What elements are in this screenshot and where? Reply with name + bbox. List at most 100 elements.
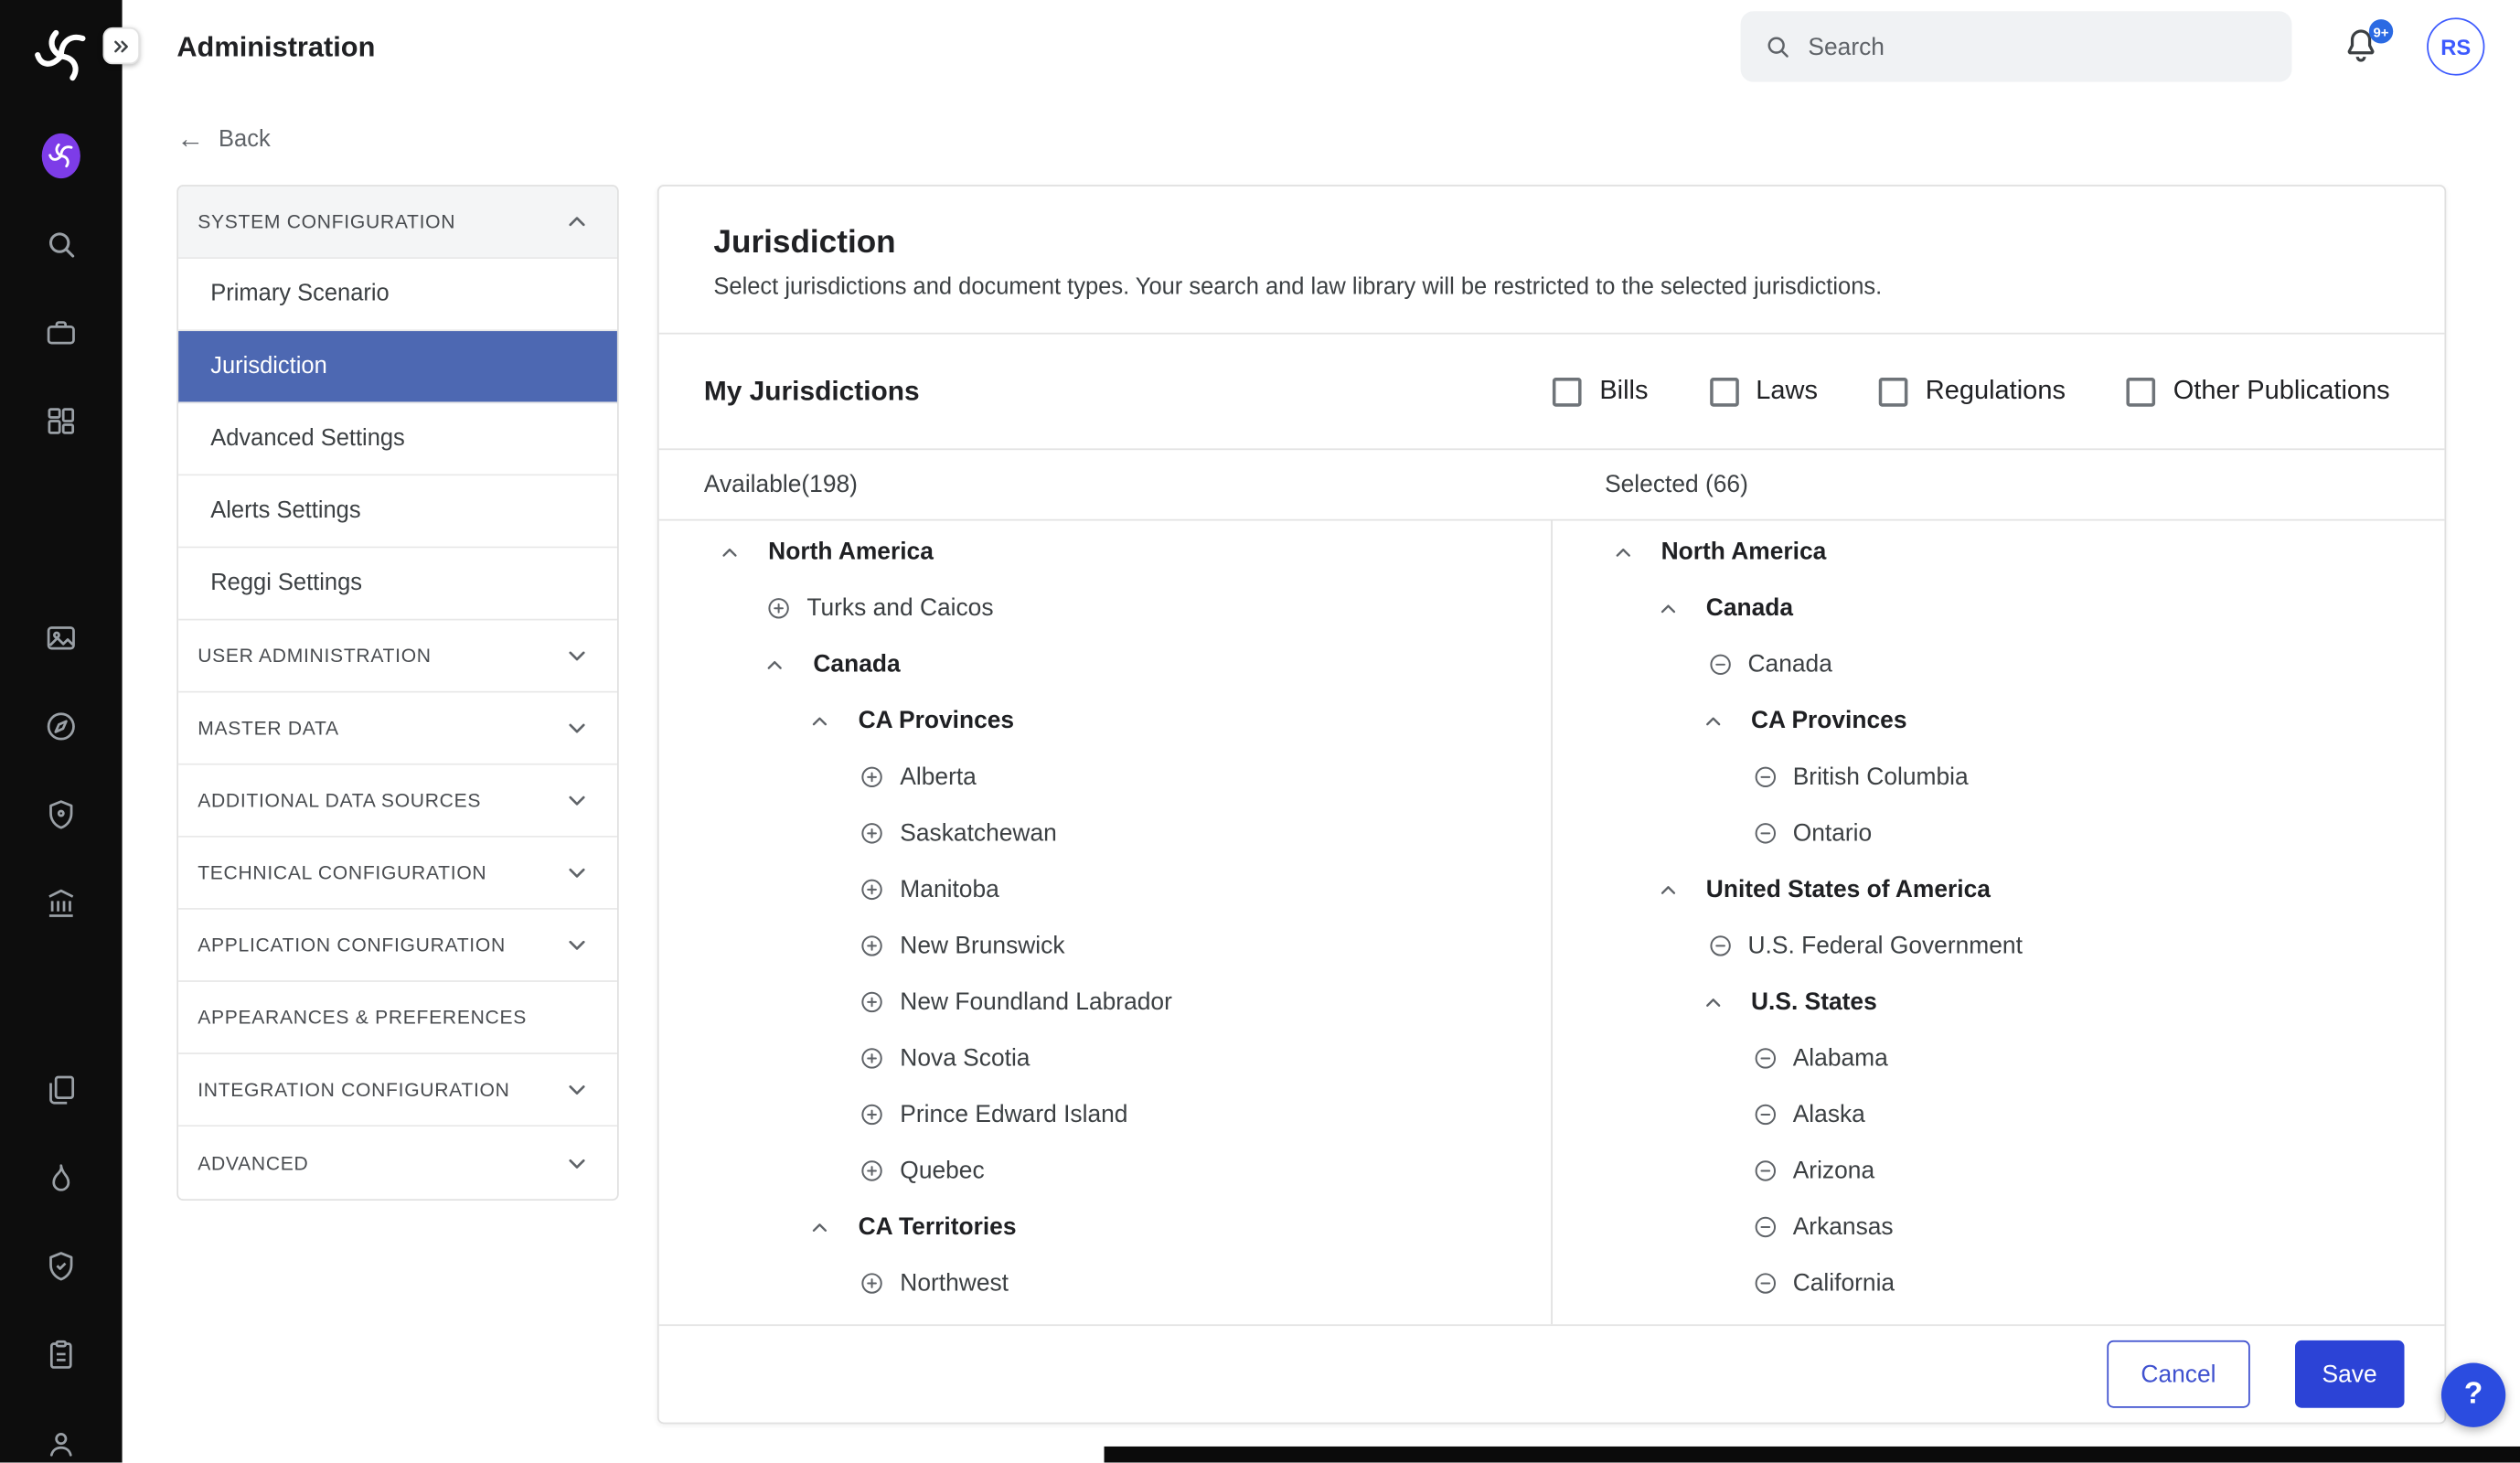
add-icon[interactable] (859, 1045, 886, 1073)
checkbox-regulations[interactable]: Regulations (1879, 376, 2066, 406)
nav-section-additional-data-sources[interactable]: ADDITIONAL DATA SOURCES (178, 765, 617, 838)
nav-item-advanced-settings[interactable]: Advanced Settings (178, 403, 617, 475)
checkbox-icon[interactable] (1709, 377, 1738, 406)
collapse-icon[interactable] (1655, 877, 1681, 902)
sidebar-item-workspace[interactable] (42, 136, 80, 175)
sidebar-item-tasks[interactable] (42, 1336, 80, 1374)
help-button[interactable]: ? (2441, 1363, 2505, 1427)
remove-icon[interactable] (1751, 764, 1778, 791)
add-icon[interactable] (859, 932, 886, 959)
add-icon[interactable] (859, 1101, 886, 1128)
checkbox-laws[interactable]: Laws (1709, 376, 1818, 406)
tree-item[interactable]: British Columbia (1552, 749, 2444, 806)
available-tree[interactable]: North America Turks and Caicos Canada (659, 520, 1552, 1324)
add-icon[interactable] (859, 1270, 886, 1297)
collapse-icon[interactable] (717, 539, 742, 565)
collapse-icon[interactable] (1700, 989, 1725, 1015)
sidebar-item-dashboard[interactable] (42, 401, 80, 440)
tree-item[interactable]: Alabama (1552, 1031, 2444, 1087)
nav-item-primary-scenario[interactable]: Primary Scenario (178, 259, 617, 331)
collapse-icon[interactable] (1700, 708, 1725, 733)
save-button[interactable]: Save (2295, 1340, 2405, 1408)
remove-icon[interactable] (1751, 1101, 1778, 1128)
selected-tree[interactable]: North America Canada Canada CA Prov (1552, 520, 2444, 1324)
tree-item[interactable]: Nunavut (659, 1311, 1551, 1324)
tree-item[interactable]: Alberta (659, 749, 1551, 806)
sidebar-item-shield[interactable] (42, 1247, 80, 1286)
tree-group[interactable]: CA Provinces (1552, 693, 2444, 750)
search-input[interactable] (1808, 33, 2269, 60)
tree-item[interactable]: Saskatchewan (659, 806, 1551, 862)
add-icon[interactable] (765, 594, 793, 622)
tree-group[interactable]: North America (659, 524, 1551, 581)
nav-section-user-administration[interactable]: USER ADMINISTRATION (178, 620, 617, 692)
remove-icon[interactable] (1751, 1270, 1778, 1297)
nav-section-application-configuration[interactable]: APPLICATION CONFIGURATION (178, 910, 617, 982)
sidebar-item-flame[interactable] (42, 1159, 80, 1197)
checkbox-icon[interactable] (1553, 377, 1582, 406)
sidebar-item-briefcase[interactable] (42, 314, 80, 352)
remove-icon[interactable] (1751, 1045, 1778, 1073)
nav-item-reggi-settings[interactable]: Reggi Settings (178, 548, 617, 620)
tree-item[interactable]: Northwest (659, 1255, 1551, 1312)
checkbox-icon[interactable] (1879, 377, 1908, 406)
sidebar-item-documents[interactable] (42, 1071, 80, 1109)
tree-item[interactable]: Alaska (1552, 1086, 2444, 1143)
collapse-icon[interactable] (762, 652, 787, 678)
tree-group[interactable]: North America (1552, 524, 2444, 581)
add-icon[interactable] (859, 1158, 886, 1185)
add-icon[interactable] (859, 764, 886, 791)
checkbox-other-publications[interactable]: Other Publications (2127, 376, 2390, 406)
tree-item[interactable]: Arkansas (1552, 1199, 2444, 1255)
collapse-icon[interactable] (1609, 539, 1635, 565)
avatar[interactable]: RS (2427, 17, 2484, 75)
search-box[interactable] (1741, 11, 2292, 81)
remove-icon[interactable] (1751, 1213, 1778, 1241)
nav-section-system-configuration[interactable]: SYSTEM CONFIGURATION (178, 187, 617, 259)
tree-group[interactable]: Canada (1552, 581, 2444, 637)
add-icon[interactable] (859, 876, 886, 903)
tree-group[interactable]: CA Territories (659, 1199, 1551, 1255)
checkbox-icon[interactable] (2127, 377, 2156, 406)
tree-item[interactable]: Ontario (1552, 806, 2444, 862)
nav-item-alerts-settings[interactable]: Alerts Settings (178, 475, 617, 548)
sidebar-item-search[interactable] (42, 225, 80, 263)
remove-icon[interactable] (1751, 819, 1778, 847)
tree-item[interactable]: Prince Edward Island (659, 1086, 1551, 1143)
nav-item-jurisdiction[interactable]: Jurisdiction (178, 331, 617, 403)
sidebar-item-compass[interactable] (42, 707, 80, 745)
tree-item[interactable]: Canada (1552, 636, 2444, 693)
add-icon[interactable] (859, 819, 886, 847)
tree-group[interactable]: CA Provinces (659, 693, 1551, 750)
sidebar-item-media[interactable] (42, 619, 80, 657)
checkbox-bills[interactable]: Bills (1553, 376, 1648, 406)
sidebar-expand-button[interactable] (102, 27, 139, 64)
tree-item[interactable]: Manitoba (659, 861, 1551, 918)
tree-item[interactable]: Nova Scotia (659, 1031, 1551, 1087)
tree-item[interactable]: New Foundland Labrador (659, 974, 1551, 1031)
back-button[interactable]: ← Back (176, 125, 270, 153)
nav-section-master-data[interactable]: MASTER DATA (178, 693, 617, 765)
nav-section-integration-configuration[interactable]: INTEGRATION CONFIGURATION (178, 1054, 617, 1127)
tree-group[interactable]: United States of America (1552, 861, 2444, 918)
tree-group[interactable]: U.S. States (1552, 974, 2444, 1031)
tree-item[interactable]: New Brunswick (659, 918, 1551, 975)
add-icon[interactable] (859, 988, 886, 1016)
sidebar-item-security[interactable] (42, 796, 80, 834)
nav-section-advanced[interactable]: ADVANCED (178, 1127, 617, 1199)
remove-icon[interactable] (1751, 1158, 1778, 1185)
tree-item[interactable]: Arizona (1552, 1143, 2444, 1200)
remove-icon[interactable] (1706, 932, 1734, 959)
tree-item[interactable]: U.S. Federal Government (1552, 918, 2444, 975)
tree-item[interactable]: California (1552, 1255, 2444, 1312)
notifications-button[interactable]: 9+ (2340, 24, 2385, 69)
collapse-icon[interactable] (1655, 595, 1681, 621)
tree-item[interactable]: Colorado (1552, 1311, 2444, 1324)
remove-icon[interactable] (1706, 651, 1734, 678)
sidebar-item-profile[interactable] (42, 1424, 80, 1462)
nav-section-technical-configuration[interactable]: TECHNICAL CONFIGURATION (178, 838, 617, 910)
tree-item[interactable]: Quebec (659, 1143, 1551, 1200)
collapse-icon[interactable] (806, 708, 832, 733)
collapse-icon[interactable] (806, 1214, 832, 1240)
tree-item[interactable]: Turks and Caicos (659, 581, 1551, 637)
